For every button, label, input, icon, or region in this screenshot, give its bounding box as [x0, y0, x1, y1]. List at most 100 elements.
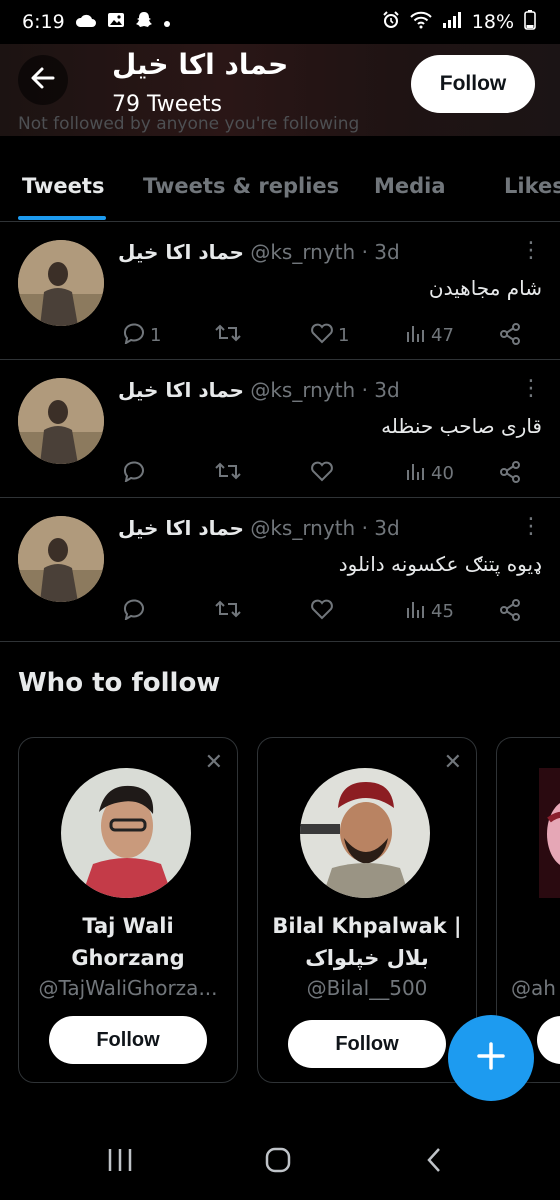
reply-count: 1 [150, 325, 162, 346]
tweet-author-name[interactable]: حماد اکا خیل [118, 240, 244, 264]
retweet-button[interactable] [214, 322, 246, 349]
reply-button[interactable] [122, 598, 150, 625]
battery-icon [524, 9, 536, 35]
followed-by-text: Not followed by anyone you're following [18, 114, 360, 134]
like-button[interactable] [310, 460, 338, 487]
who-to-follow-title: Who to follow [18, 668, 221, 698]
heart-icon [310, 460, 334, 487]
tweet-count: 79 Tweets [112, 92, 222, 117]
meta-separator: · [361, 378, 368, 402]
share-icon [498, 460, 522, 489]
reply-button[interactable] [122, 460, 150, 487]
views-button[interactable]: 45 [405, 598, 454, 625]
share-icon [498, 322, 522, 351]
tab-media[interactable]: Media [374, 174, 446, 198]
share-icon [498, 598, 522, 627]
reply-button[interactable]: 1 [122, 322, 161, 349]
status-bar: 6:19 18% [0, 0, 560, 44]
tweet-text: شام مجاهیدن [428, 276, 542, 300]
meta-separator: · [361, 516, 368, 540]
views-count: 45 [431, 601, 454, 622]
views-button[interactable]: 47 [405, 322, 454, 349]
compose-tweet-button[interactable] [448, 1015, 534, 1101]
suggestion-card[interactable]: ✕ Bilal Khpalwak | بلال خپلواک @Bilal__5… [257, 737, 477, 1083]
arrow-left-icon [30, 65, 56, 95]
close-icon[interactable]: ✕ [444, 750, 462, 775]
suggestion-card[interactable]: ✕ Taj Wali Ghorzang @TajWaliGhorza... Fo… [18, 737, 238, 1083]
system-back-button[interactable] [414, 1142, 454, 1182]
tab-tweets-replies[interactable]: Tweets & replies [143, 174, 339, 198]
follow-button[interactable]: Follow [411, 55, 535, 113]
card-user-name[interactable]: Bilal Khpalwak | بلال خپلواک [258, 910, 476, 974]
share-button[interactable] [498, 322, 522, 351]
views-count: 40 [431, 463, 454, 484]
meta-separator: · [361, 240, 368, 264]
views-icon [405, 460, 427, 487]
tweet-timestamp[interactable]: 3d [374, 378, 399, 402]
home-button[interactable] [258, 1142, 298, 1182]
card-user-name[interactable]: Taj Wali Ghorzang [19, 910, 237, 974]
heart-icon [310, 322, 334, 349]
tweet-author-name[interactable]: حماد اکا خیل [118, 516, 244, 540]
retweet-icon [214, 460, 242, 487]
avatar[interactable] [18, 516, 104, 602]
card-name-line: بلال خپلواک [305, 946, 429, 970]
tab-tweets[interactable]: Tweets [22, 174, 104, 198]
avatar[interactable] [300, 768, 430, 898]
tweet-timestamp[interactable]: 3d [374, 516, 399, 540]
tweet-text: قاری صاحب حنظله [381, 414, 542, 438]
avatar[interactable] [539, 768, 560, 898]
follow-button[interactable]: Follow [288, 1020, 446, 1068]
more-options-icon[interactable]: ⋮ [520, 376, 542, 401]
more-options-icon[interactable]: ⋮ [520, 514, 542, 539]
avatar[interactable] [18, 378, 104, 464]
snapchat-icon [135, 11, 153, 33]
card-user-handle[interactable]: @ah [511, 976, 556, 1000]
avatar[interactable] [61, 768, 191, 898]
status-right: 18% [382, 9, 536, 35]
avatar[interactable] [18, 240, 104, 326]
recent-apps-icon [105, 1147, 135, 1177]
chevron-left-icon [424, 1146, 444, 1178]
retweet-button[interactable] [214, 598, 246, 625]
share-button[interactable] [498, 460, 522, 489]
wifi-icon [410, 11, 432, 34]
follow-button[interactable] [537, 1016, 560, 1064]
close-icon[interactable]: ✕ [205, 750, 223, 775]
follow-button[interactable]: Follow [49, 1016, 207, 1064]
plus-icon [475, 1040, 507, 1076]
tweet[interactable]: حماد اکا خیل @ks_rnyth · 3d ⋮ ډیوه پتنګ … [0, 498, 560, 642]
tweet-header: حماد اکا خیل @ks_rnyth · 3d [118, 240, 400, 264]
like-button[interactable] [310, 598, 338, 625]
views-icon [405, 598, 427, 625]
dot-icon [163, 11, 171, 33]
tweet-handle[interactable]: @ks_rnyth [250, 240, 355, 264]
retweet-icon [214, 598, 242, 625]
card-user-handle[interactable]: @TajWaliGhorza... [19, 976, 237, 1000]
signal-icon [442, 11, 462, 33]
heart-icon [310, 598, 334, 625]
tweet-text: ډیوه پتنګ عکسونه دانلود [338, 552, 542, 576]
card-name-line: Bilal Khpalwak | [272, 914, 462, 938]
tweet-header: حماد اکا خیل @ks_rnyth · 3d [118, 516, 400, 540]
recent-apps-button[interactable] [100, 1142, 140, 1182]
tweet-handle[interactable]: @ks_rnyth [250, 516, 355, 540]
more-options-icon[interactable]: ⋮ [520, 238, 542, 263]
like-button[interactable]: 1 [310, 322, 349, 349]
retweet-icon [214, 322, 242, 349]
tab-likes[interactable]: Likes [504, 174, 560, 198]
card-name-line: Ghorzang [71, 946, 185, 970]
tweet[interactable]: حماد اکا خیل @ks_rnyth · 3d ⋮ شام مجاهید… [0, 222, 560, 360]
tweet-handle[interactable]: @ks_rnyth [250, 378, 355, 402]
share-button[interactable] [498, 598, 522, 627]
tweet-timestamp[interactable]: 3d [374, 240, 399, 264]
views-button[interactable]: 40 [405, 460, 454, 487]
tweet[interactable]: حماد اکا خیل @ks_rnyth · 3d ⋮ قاری صاحب … [0, 360, 560, 498]
profile-name: حماد اکا خیل [112, 48, 289, 81]
status-time: 6:19 [22, 11, 65, 33]
back-button[interactable] [18, 55, 68, 105]
card-user-handle[interactable]: @Bilal__500 [258, 976, 476, 1000]
tweet-author-name[interactable]: حماد اکا خیل [118, 378, 244, 402]
retweet-button[interactable] [214, 460, 246, 487]
cloud-icon [75, 13, 97, 32]
